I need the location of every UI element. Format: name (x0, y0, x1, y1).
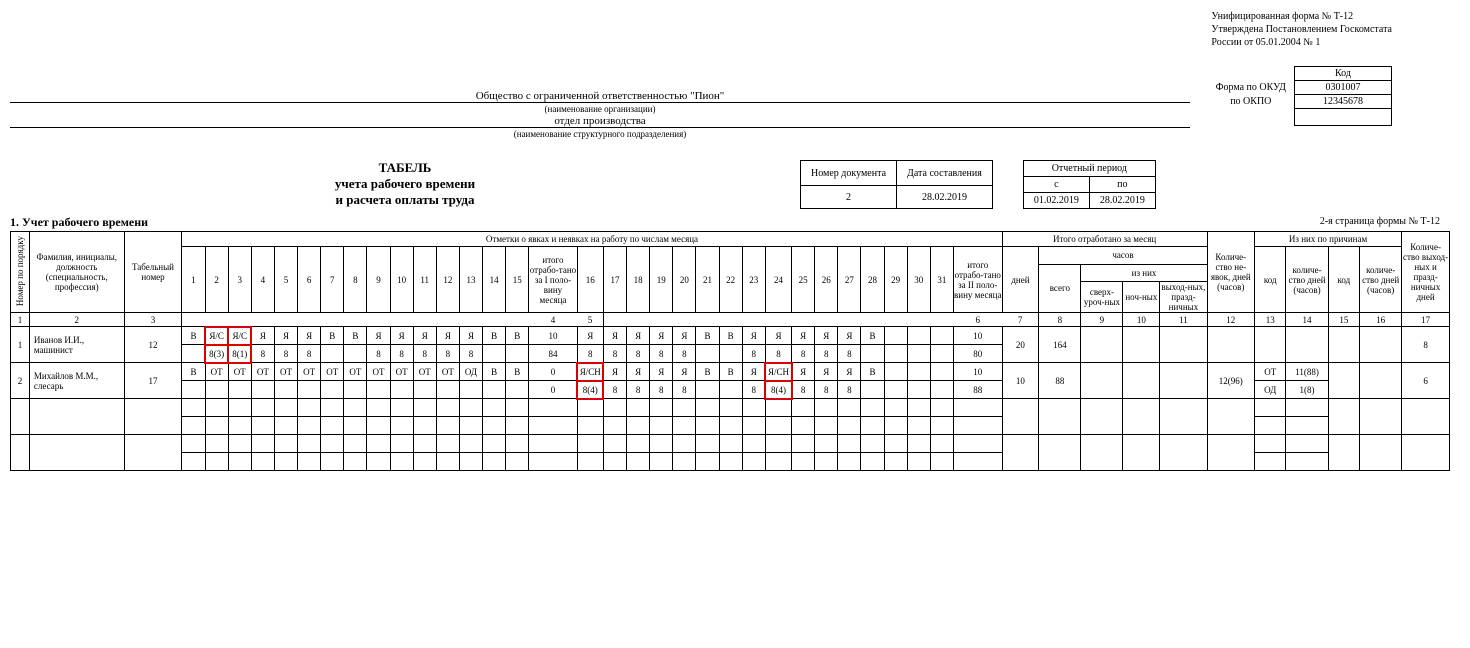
h-weekend: выход-ных, празд-ничных (1160, 282, 1207, 313)
h-cnt1: количе-ство дней (часов) (1286, 247, 1328, 313)
page2-note: 2-я страница формы № Т-12 (10, 216, 1450, 227)
approval-l2: Утверждена Постановлением Госкомстата (1211, 23, 1392, 36)
title-l2: учета рабочего времени (10, 176, 800, 192)
h-code1: код (1254, 247, 1286, 313)
title-block: ТАБЕЛЬ учета рабочего времени и расчета … (10, 160, 800, 208)
h-absent: Количе-ство не-явок, дней (часов) (1207, 232, 1254, 313)
h-over: сверх-уроч-ных (1081, 282, 1123, 313)
h-marks: Отметки о явках и неявках на работу по ч… (182, 232, 1002, 247)
codes-header: Код (1295, 67, 1392, 81)
h-days: дней (1002, 247, 1039, 313)
doc-table: Номер документаДата составления 228.02.2… (800, 160, 993, 209)
doc-date-label: Дата составления (897, 161, 993, 186)
table-row: 2 Михайлов М.М., слесарь 17 ВОТОТОТОТОТО… (11, 363, 1450, 381)
okud-value: 0301007 (1295, 81, 1392, 95)
doc-num-label: Номер документа (801, 161, 897, 186)
period-header: Отчетный период (1023, 161, 1155, 177)
period-from-label: с (1023, 177, 1089, 193)
timesheet-table: Номер по порядку Фамилия, инициалы, долж… (10, 231, 1450, 471)
h-total: Итого отработано за месяц (1002, 232, 1207, 247)
doc-date: 28.02.2019 (897, 186, 993, 209)
h-hours: часов (1039, 247, 1207, 265)
approval-l3: России от 05.01.2004 № 1 (1211, 36, 1392, 49)
h-iznih: из них (1081, 264, 1207, 282)
h-half2: итого отрабо-тано за II поло-вину месяца (953, 247, 1002, 313)
okud-label: Форма по ОКУД (1208, 81, 1295, 95)
org-name: Общество с ограниченной ответственностью… (10, 90, 1190, 103)
h-night: ноч-ных (1123, 282, 1160, 313)
h-code2: код (1328, 247, 1360, 313)
doc-num: 2 (801, 186, 897, 209)
okpo-value: 12345678 (1295, 95, 1392, 109)
title-l3: и расчета оплаты труда (10, 192, 800, 208)
table-row: 1 Иванов И.И., машинист 12 ВЯ/СЯ/СЯЯЯВВЯ… (11, 327, 1450, 345)
period-from: 01.02.2019 (1023, 193, 1089, 209)
approval-l1: Унифицированная форма № Т-12 (1211, 10, 1392, 23)
period-to-label: по (1089, 177, 1155, 193)
h-reasons: Из них по причинам (1254, 232, 1401, 247)
org-dept: отдел производства (10, 115, 1190, 128)
h-holi: Количе-ство выход-ных и празд-ничных дне… (1402, 232, 1450, 313)
h-d1: 1 (182, 247, 205, 313)
org-dept-sub: (наименование структурного подразделения… (514, 129, 687, 139)
org-block: Общество с ограниченной ответственностью… (10, 90, 1190, 140)
h-num: Номер по порядку (15, 232, 25, 310)
approval-block: Унифицированная форма № Т-12 Утверждена … (1211, 10, 1392, 49)
h-fio: Фамилия, инициалы, должность (специально… (29, 232, 124, 313)
period-to: 28.02.2019 (1089, 193, 1155, 209)
h-half1: итого отрабо-тано за I поло-вину месяца (529, 247, 577, 313)
period-table: Отчетный период спо 01.02.201928.02.2019 (1023, 160, 1156, 209)
h-cnt2: количе-ство дней (часов) (1360, 247, 1402, 313)
org-name-sub: (наименование организации) (545, 104, 656, 114)
h-vsego: всего (1039, 264, 1081, 313)
codes-block: Код Форма по ОКУД0301007 по ОКПО12345678 (1208, 66, 1392, 126)
h-tab: Табельный номер (124, 232, 182, 313)
okpo-label: по ОКПО (1208, 95, 1295, 109)
title-l1: ТАБЕЛЬ (10, 160, 800, 176)
